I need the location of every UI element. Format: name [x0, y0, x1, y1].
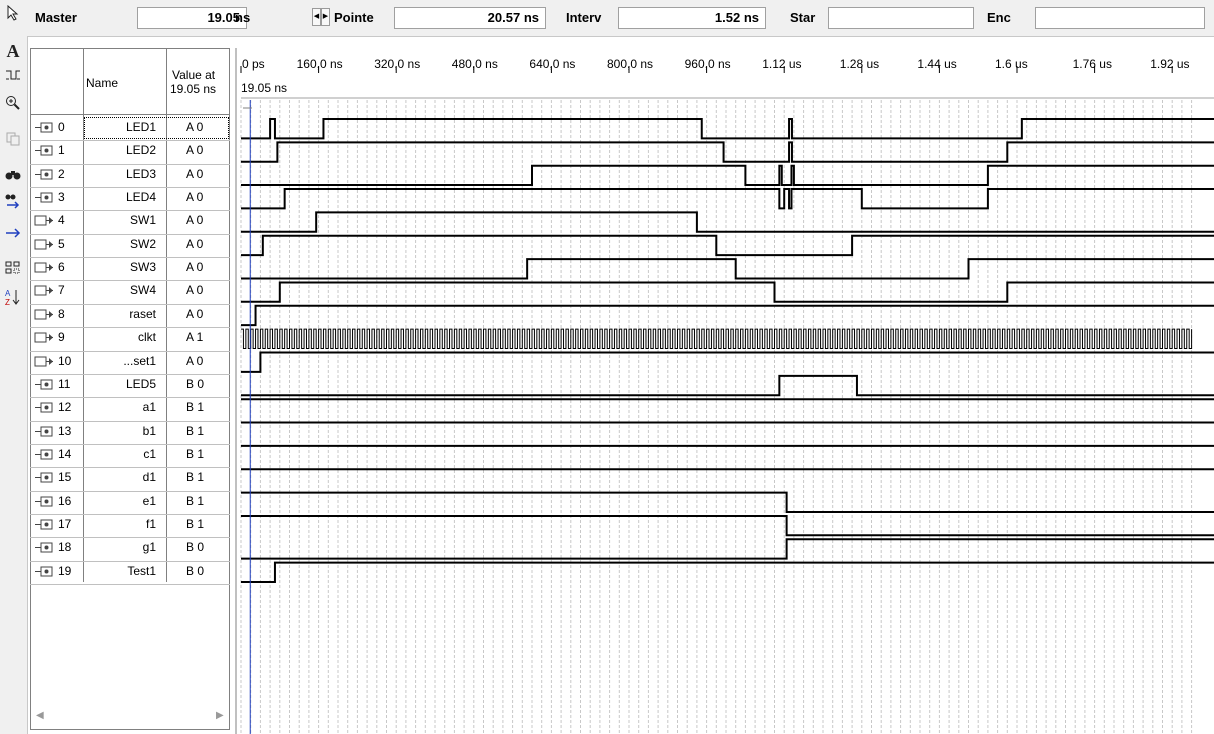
time-tick-label: 1.44 us — [917, 57, 956, 71]
time-tick-label: 640,0 ns — [529, 57, 575, 71]
time-tick-label: 160,0 ns — [297, 57, 343, 71]
waveform-background — [236, 48, 1214, 734]
waveform-clkt[interactable] — [241, 328, 1193, 349]
time-tick-label: 1.12 us — [762, 57, 801, 71]
time-tick-label: 1.6 us — [995, 57, 1028, 71]
waveform-pane[interactable]: 0 ps 160,0 ns 320,0 ns 480,0 ns 640,0 ns 800,… — [0, 0, 1214, 734]
time-tick-label: 0 ps — [242, 57, 265, 71]
time-tick-label: 1.92 us — [1150, 57, 1189, 71]
time-tick-label: 1.28 us — [840, 57, 879, 71]
time-tick-label: 1.76 us — [1073, 57, 1112, 71]
time-tick-label: 320,0 ns — [374, 57, 420, 71]
time-tick-label: 960,0 ns — [685, 57, 731, 71]
time-tick-label: 800,0 ns — [607, 57, 653, 71]
master-marker-label: 19.05 ns — [241, 81, 287, 95]
time-tick-label: 480,0 ns — [452, 57, 498, 71]
